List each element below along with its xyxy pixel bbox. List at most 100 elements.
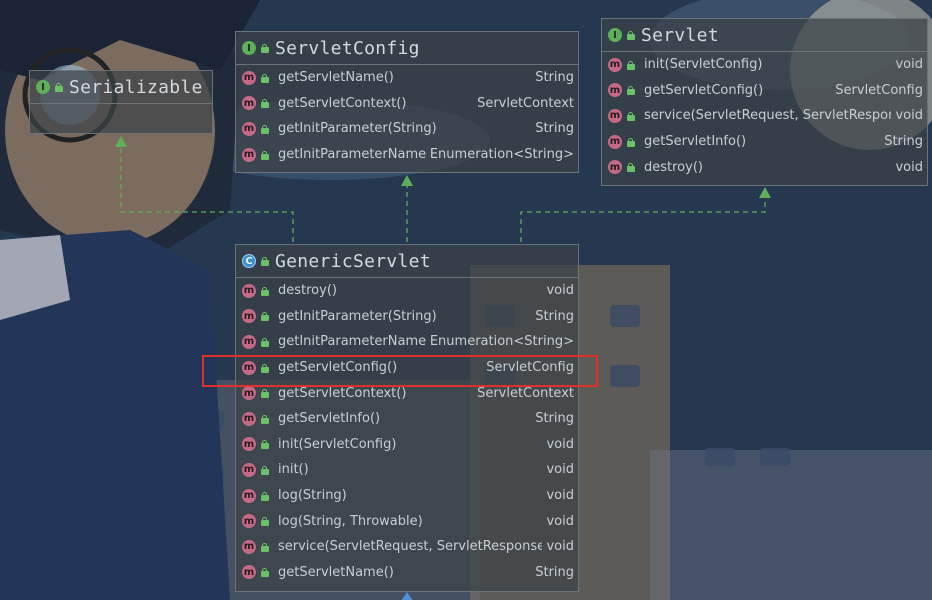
method-name: getServletContext()	[278, 95, 407, 111]
method-name: getServletName()	[278, 564, 394, 580]
method-return-type: ServletContext	[477, 95, 574, 111]
method-return-type: String	[535, 411, 574, 427]
public-lock-icon	[261, 440, 269, 450]
class-icon: C	[242, 254, 256, 268]
method-icon: m	[608, 134, 622, 149]
public-lock-icon	[261, 389, 269, 399]
method-row[interactable]: m getServletName() String	[236, 65, 578, 91]
box-divider	[30, 103, 212, 104]
box-header: C GenericServlet	[236, 245, 578, 277]
method-return-type: void	[546, 539, 574, 555]
method-return-type: String	[535, 308, 574, 324]
method-list: m destroy() void m getInitParameter(Stri…	[236, 278, 578, 585]
public-lock-icon	[261, 99, 269, 109]
method-row[interactable]: m destroy() void	[602, 154, 927, 180]
method-row[interactable]: m service(ServletRequest, ServletRespons…	[602, 103, 927, 129]
public-lock-icon	[261, 44, 269, 53]
public-lock-icon	[261, 150, 269, 160]
method-icon: m	[608, 57, 622, 72]
box-title: Serializable	[69, 76, 203, 98]
method-icon: m	[242, 121, 256, 136]
method-name: init(ServletConfig)	[278, 436, 397, 452]
method-row[interactable]: m getServletInfo() String	[236, 406, 578, 432]
method-row[interactable]: m getInitParameter(String) String	[236, 116, 578, 142]
method-name: getServletContext()	[278, 385, 407, 401]
box-title: Servlet	[641, 24, 719, 46]
method-row[interactable]: m log(String) void	[236, 483, 578, 509]
method-return-type: Enumeration<String>	[429, 334, 574, 350]
method-row[interactable]: m getServletName() String	[236, 560, 578, 586]
method-return-type: void	[895, 57, 923, 73]
public-lock-icon	[627, 86, 635, 96]
box-title: GenericServlet	[275, 250, 431, 272]
public-lock-icon	[627, 31, 635, 40]
method-row[interactable]: m getInitParameterNames() Enumeration<St…	[236, 329, 578, 355]
public-lock-icon	[261, 286, 269, 296]
public-lock-icon	[261, 568, 269, 578]
method-row[interactable]: m init() void	[236, 457, 578, 483]
method-icon: m	[242, 437, 256, 452]
method-row[interactable]: m destroy() void	[236, 278, 578, 304]
method-return-type: String	[535, 564, 574, 580]
box-header: I Serializable	[30, 71, 212, 103]
method-row[interactable]: m getServletContext() ServletContext	[236, 91, 578, 117]
method-return-type: void	[895, 159, 923, 175]
method-return-type: ServletConfig	[835, 82, 923, 98]
method-icon: m	[608, 108, 622, 123]
method-return-type: ServletContext	[477, 385, 574, 401]
public-lock-icon	[627, 60, 635, 70]
method-return-type: String	[535, 70, 574, 86]
method-icon: m	[242, 96, 256, 111]
method-row[interactable]: m init(ServletConfig) void	[236, 432, 578, 458]
method-name: getInitParameter(String)	[278, 121, 437, 137]
method-return-type: void	[546, 283, 574, 299]
interface-icon: I	[36, 80, 50, 94]
method-icon: m	[242, 334, 256, 349]
class-box-serializable[interactable]: I Serializable	[29, 70, 213, 134]
method-name: init()	[278, 462, 309, 478]
method-return-type: Enumeration<String>	[429, 147, 574, 163]
public-lock-icon	[261, 257, 269, 266]
method-name: init(ServletConfig)	[644, 57, 763, 73]
method-icon: m	[242, 539, 256, 554]
method-icon: m	[608, 83, 622, 98]
method-return-type: void	[895, 108, 923, 124]
method-row[interactable]: m getInitParameterNames() Enumeration<St…	[236, 142, 578, 168]
class-box-servletconfig[interactable]: I ServletConfig m getServletName() Strin…	[235, 31, 579, 173]
method-name: getInitParameter(String)	[278, 308, 437, 324]
public-lock-icon	[627, 137, 635, 147]
method-return-type: void	[546, 462, 574, 478]
method-list: m getServletName() String m getServletCo…	[236, 65, 578, 167]
method-name: getServletName()	[278, 70, 394, 86]
public-lock-icon	[261, 491, 269, 501]
method-icon: m	[242, 283, 256, 298]
public-lock-icon	[261, 73, 269, 83]
public-lock-icon	[261, 312, 269, 322]
method-row[interactable]: m init(ServletConfig) void	[602, 52, 927, 78]
method-row[interactable]: m service(ServletRequest, ServletRespons…	[236, 534, 578, 560]
highlight-box-getservletconfig	[202, 355, 598, 387]
method-name: getServletInfo()	[278, 411, 381, 427]
method-icon: m	[242, 462, 256, 477]
public-lock-icon	[261, 465, 269, 475]
method-icon: m	[242, 411, 256, 426]
class-box-genericservlet[interactable]: C GenericServlet m destroy() void m getI…	[235, 244, 579, 592]
method-return-type: String	[884, 134, 923, 150]
public-lock-icon	[261, 124, 269, 134]
method-row[interactable]: m getServletInfo() String	[602, 129, 927, 155]
method-name: getServletInfo()	[644, 134, 747, 150]
method-icon: m	[242, 386, 256, 401]
method-name: destroy()	[644, 159, 703, 175]
method-row[interactable]: m log(String, Throwable) void	[236, 508, 578, 534]
method-row[interactable]: m getInitParameter(String) String	[236, 304, 578, 330]
public-lock-icon	[627, 163, 635, 173]
method-icon: m	[242, 488, 256, 503]
class-box-servlet[interactable]: I Servlet m init(ServletConfig) void m g…	[601, 18, 928, 186]
box-header: I ServletConfig	[236, 32, 578, 64]
method-icon: m	[242, 514, 256, 529]
method-name: getServletConfig()	[644, 82, 764, 98]
method-return-type: void	[546, 436, 574, 452]
method-return-type: void	[546, 488, 574, 504]
public-lock-icon	[261, 414, 269, 424]
method-row[interactable]: m getServletConfig() ServletConfig	[602, 78, 927, 104]
